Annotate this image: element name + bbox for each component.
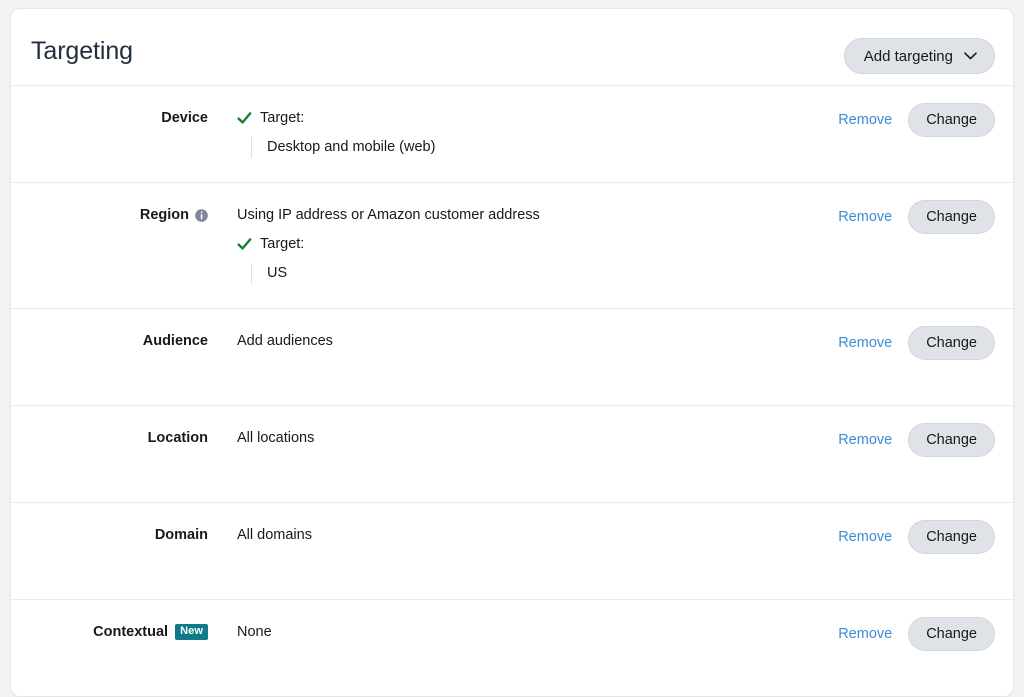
change-button-domain[interactable]: Change <box>908 520 995 554</box>
remove-link-region[interactable]: Remove <box>838 207 892 227</box>
target-values: Desktop and mobile (web) <box>251 137 833 158</box>
targeting-row-device: Device Target: Desktop and mobile (web) … <box>11 86 1013 183</box>
chevron-down-icon <box>964 52 977 60</box>
remove-link-domain[interactable]: Remove <box>838 527 892 547</box>
row-label-device: Device <box>11 108 208 128</box>
card-header: Targeting Add targeting <box>11 9 1013 86</box>
targeting-row-location: Location All locations Remove Change <box>11 406 1013 503</box>
target-label: Target: <box>260 108 304 129</box>
row-description: All locations <box>237 428 833 449</box>
row-description: All domains <box>237 525 833 546</box>
row-label-text: Domain <box>155 527 208 543</box>
row-label-contextual: Contextual New <box>11 622 208 642</box>
add-targeting-button[interactable]: Add targeting <box>844 38 995 74</box>
remove-link-device[interactable]: Remove <box>838 110 892 130</box>
row-label-location: Location <box>11 428 208 448</box>
row-content: Add audiences <box>237 331 833 352</box>
row-label-audience: Audience <box>11 331 208 351</box>
row-label-text: Location <box>148 430 208 446</box>
target-label: Target: <box>260 234 304 255</box>
check-icon <box>237 111 252 126</box>
targeting-card: Targeting Add targeting Device Ta <box>10 8 1014 697</box>
target-values: US <box>251 263 833 284</box>
row-label-region: Region <box>11 205 208 225</box>
change-button-region[interactable]: Change <box>908 200 995 234</box>
row-label-extras <box>189 209 208 222</box>
row-label-domain: Domain <box>11 525 208 545</box>
row-actions: Remove Change <box>838 103 995 137</box>
targeting-rows: Device Target: Desktop and mobile (web) … <box>11 86 1013 696</box>
targeting-row-region: Region Using IP address or Amazon custom… <box>11 183 1013 309</box>
targeting-row-contextual: Contextual New None Remove Change <box>11 600 1013 696</box>
row-content: All domains <box>237 525 833 546</box>
targeting-row-audience: Audience Add audiences Remove Change <box>11 309 1013 406</box>
target-value: US <box>267 263 833 284</box>
row-description: Add audiences <box>237 331 833 352</box>
row-label-text: Device <box>161 110 208 126</box>
row-content: Using IP address or Amazon customer addr… <box>237 205 833 284</box>
target-value: Desktop and mobile (web) <box>267 137 833 158</box>
row-label-text: Region <box>140 207 189 223</box>
row-content: None <box>237 622 833 643</box>
targeting-row-domain: Domain All domains Remove Change <box>11 503 1013 600</box>
remove-link-audience[interactable]: Remove <box>838 333 892 353</box>
info-icon[interactable] <box>195 209 208 222</box>
row-content: All locations <box>237 428 833 449</box>
row-actions: Remove Change <box>838 326 995 360</box>
remove-link-location[interactable]: Remove <box>838 430 892 450</box>
row-label-text: Audience <box>143 333 208 349</box>
page-title: Targeting <box>31 36 133 66</box>
row-label-text: Contextual <box>93 624 168 640</box>
row-actions: Remove Change <box>838 617 995 651</box>
remove-link-contextual[interactable]: Remove <box>838 624 892 644</box>
change-button-contextual[interactable]: Change <box>908 617 995 651</box>
check-icon <box>237 237 252 252</box>
new-badge: New <box>175 624 208 640</box>
change-button-audience[interactable]: Change <box>908 326 995 360</box>
add-targeting-label: Add targeting <box>864 48 953 65</box>
row-target-block: Target: Desktop and mobile (web) <box>237 108 833 158</box>
change-button-device[interactable]: Change <box>908 103 995 137</box>
change-button-location[interactable]: Change <box>908 423 995 457</box>
row-description: None <box>237 622 833 643</box>
row-label-extras: New <box>168 624 208 640</box>
target-line: Target: <box>237 108 833 129</box>
row-target-block: Target: US <box>237 234 833 284</box>
row-content: Target: Desktop and mobile (web) <box>237 108 833 158</box>
row-actions: Remove Change <box>838 423 995 457</box>
target-line: Target: <box>237 234 833 255</box>
row-description: Using IP address or Amazon customer addr… <box>237 205 833 226</box>
row-actions: Remove Change <box>838 200 995 234</box>
row-actions: Remove Change <box>838 520 995 554</box>
